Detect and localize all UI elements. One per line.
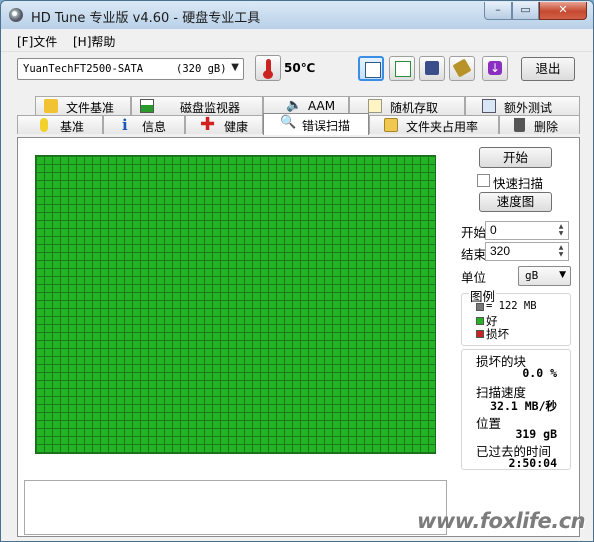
end-field-label: 结束 [461, 247, 487, 262]
app-window: HD Tune 专业版 v4.60 - 硬盘专业工具 – ▭ ✕ [F]文件 [… [0, 0, 594, 542]
title-bar[interactable]: HD Tune 专业版 v4.60 - 硬盘专业工具 – ▭ ✕ [1, 1, 593, 29]
tab-disk-monitor[interactable]: 磁盘监视器 [131, 96, 263, 115]
copy-screenshot-button[interactable] [389, 56, 415, 81]
tab-label: 健康 [224, 120, 249, 134]
options-chip-icon [452, 58, 472, 78]
tab-label: 文件基准 [66, 101, 115, 115]
tab-error-scan[interactable]: 🔍 错误扫描 [263, 113, 369, 135]
tab-label: 文件夹占用率 [406, 120, 479, 134]
file-benchmark-icon [44, 99, 58, 113]
start-scan-button[interactable]: 开始 [479, 147, 552, 168]
menu-help[interactable]: [H]帮助 [73, 33, 115, 50]
options-button[interactable] [449, 56, 475, 81]
trash-icon [514, 118, 525, 132]
block-map-grid [35, 155, 436, 454]
thermometer-bulb [263, 70, 273, 79]
copy-text-icon [365, 62, 381, 78]
tab-benchmark[interactable]: 基准 [17, 115, 103, 134]
toolbar: YuanTechFT2500-SATA (320 gB) ▼ 50℃ ↓ 退出 [1, 52, 593, 88]
save-button[interactable] [419, 56, 445, 81]
info-icon: i [122, 116, 128, 134]
log-textbox[interactable] [24, 480, 447, 535]
quick-scan-label: 快速扫描 [493, 176, 544, 191]
position-label: 位置 [476, 416, 502, 431]
tab-info[interactable]: i 信息 [103, 115, 185, 134]
health-cross-icon: ✚ [200, 114, 216, 135]
drive-select[interactable]: YuanTechFT2500-SATA (320 gB) ▼ [17, 58, 244, 80]
magnifier-icon: 🔍 [280, 115, 297, 130]
start-spinbox[interactable]: 0 ▲ ▼ [485, 221, 569, 240]
chevron-down-icon: ▼ [559, 270, 566, 280]
tab-label: 错误扫描 [302, 119, 351, 133]
start-field-label: 开始 [461, 225, 487, 240]
save-icon [425, 61, 439, 75]
window-title: HD Tune 专业版 v4.60 - 硬盘专业工具 [31, 11, 261, 26]
speed-map-button[interactable]: 速度图 [479, 192, 552, 212]
spinner-arrows-icon[interactable]: ▲ ▼ [555, 223, 567, 238]
chevron-down-icon: ▼ [231, 62, 239, 73]
exit-button[interactable]: 退出 [521, 57, 575, 81]
tab-label: AAM [308, 99, 336, 113]
tab-label: 信息 [142, 120, 167, 134]
block-size-text: = 122 MB [486, 300, 537, 312]
temperature-readout: 50℃ [284, 61, 316, 75]
minimize-button[interactable]: – [484, 2, 512, 20]
random-access-icon [368, 99, 382, 113]
tab-label: 基准 [60, 120, 85, 134]
speaker-icon: 🔈 [286, 98, 303, 113]
quick-scan-checkbox[interactable] [477, 174, 490, 187]
drive-name: YuanTechFT2500-SATA [23, 63, 144, 75]
disk-monitor-icon [140, 99, 154, 113]
copy-screenshot-icon [395, 61, 411, 77]
scan-speed-value: 32.1 MB/秒 [490, 399, 557, 413]
tab-label: 删除 [534, 120, 559, 134]
position-value: 319 gB [515, 427, 557, 441]
unit-value: gB [525, 269, 539, 282]
unit-label: 单位 [461, 270, 487, 285]
good-swatch [476, 317, 484, 325]
damaged-swatch [476, 330, 484, 338]
maximize-button[interactable]: ▭ [512, 2, 539, 20]
menu-bar: [F]文件 [H]帮助 [1, 29, 593, 52]
close-button[interactable]: ✕ [539, 2, 587, 20]
copy-text-button[interactable] [358, 56, 384, 81]
download-icon: ↓ [488, 61, 502, 75]
download-button[interactable]: ↓ [482, 56, 508, 81]
drive-capacity: (320 gB) [176, 63, 227, 75]
block-swatch [476, 303, 484, 311]
menu-file[interactable]: [F]文件 [17, 33, 57, 50]
elapsed-time-value: 2:50:04 [508, 456, 557, 470]
end-spinbox[interactable]: 320 ▲ ▼ [485, 242, 569, 261]
tab-erase[interactable]: 删除 [499, 115, 580, 134]
unit-select[interactable]: gB ▼ [518, 266, 571, 286]
damaged-blocks-label: 损坏的块 [476, 354, 527, 369]
start-value: 0 [490, 223, 497, 237]
tab-label: 额外测试 [504, 101, 553, 115]
end-value: 320 [490, 244, 511, 258]
extra-tests-icon [482, 99, 496, 113]
damaged-label: 损坏 [486, 327, 509, 341]
folder-icon [384, 118, 398, 132]
tab-label: 随机存取 [390, 101, 439, 115]
temperature-button[interactable] [255, 55, 281, 81]
damaged-blocks-value: 0.0 % [522, 366, 557, 380]
tab-extra-tests[interactable]: 额外测试 [465, 96, 580, 115]
tab-file-benchmark[interactable]: 文件基准 [35, 96, 131, 115]
spinner-arrows-icon[interactable]: ▲ ▼ [555, 244, 567, 259]
site-watermark: www.foxlife.cn [417, 509, 586, 533]
lightbulb-icon [40, 118, 48, 132]
tab-health[interactable]: ✚ 健康 [185, 115, 263, 134]
tab-folder-usage[interactable]: 文件夹占用率 [369, 115, 499, 134]
app-disk-icon [9, 8, 23, 22]
